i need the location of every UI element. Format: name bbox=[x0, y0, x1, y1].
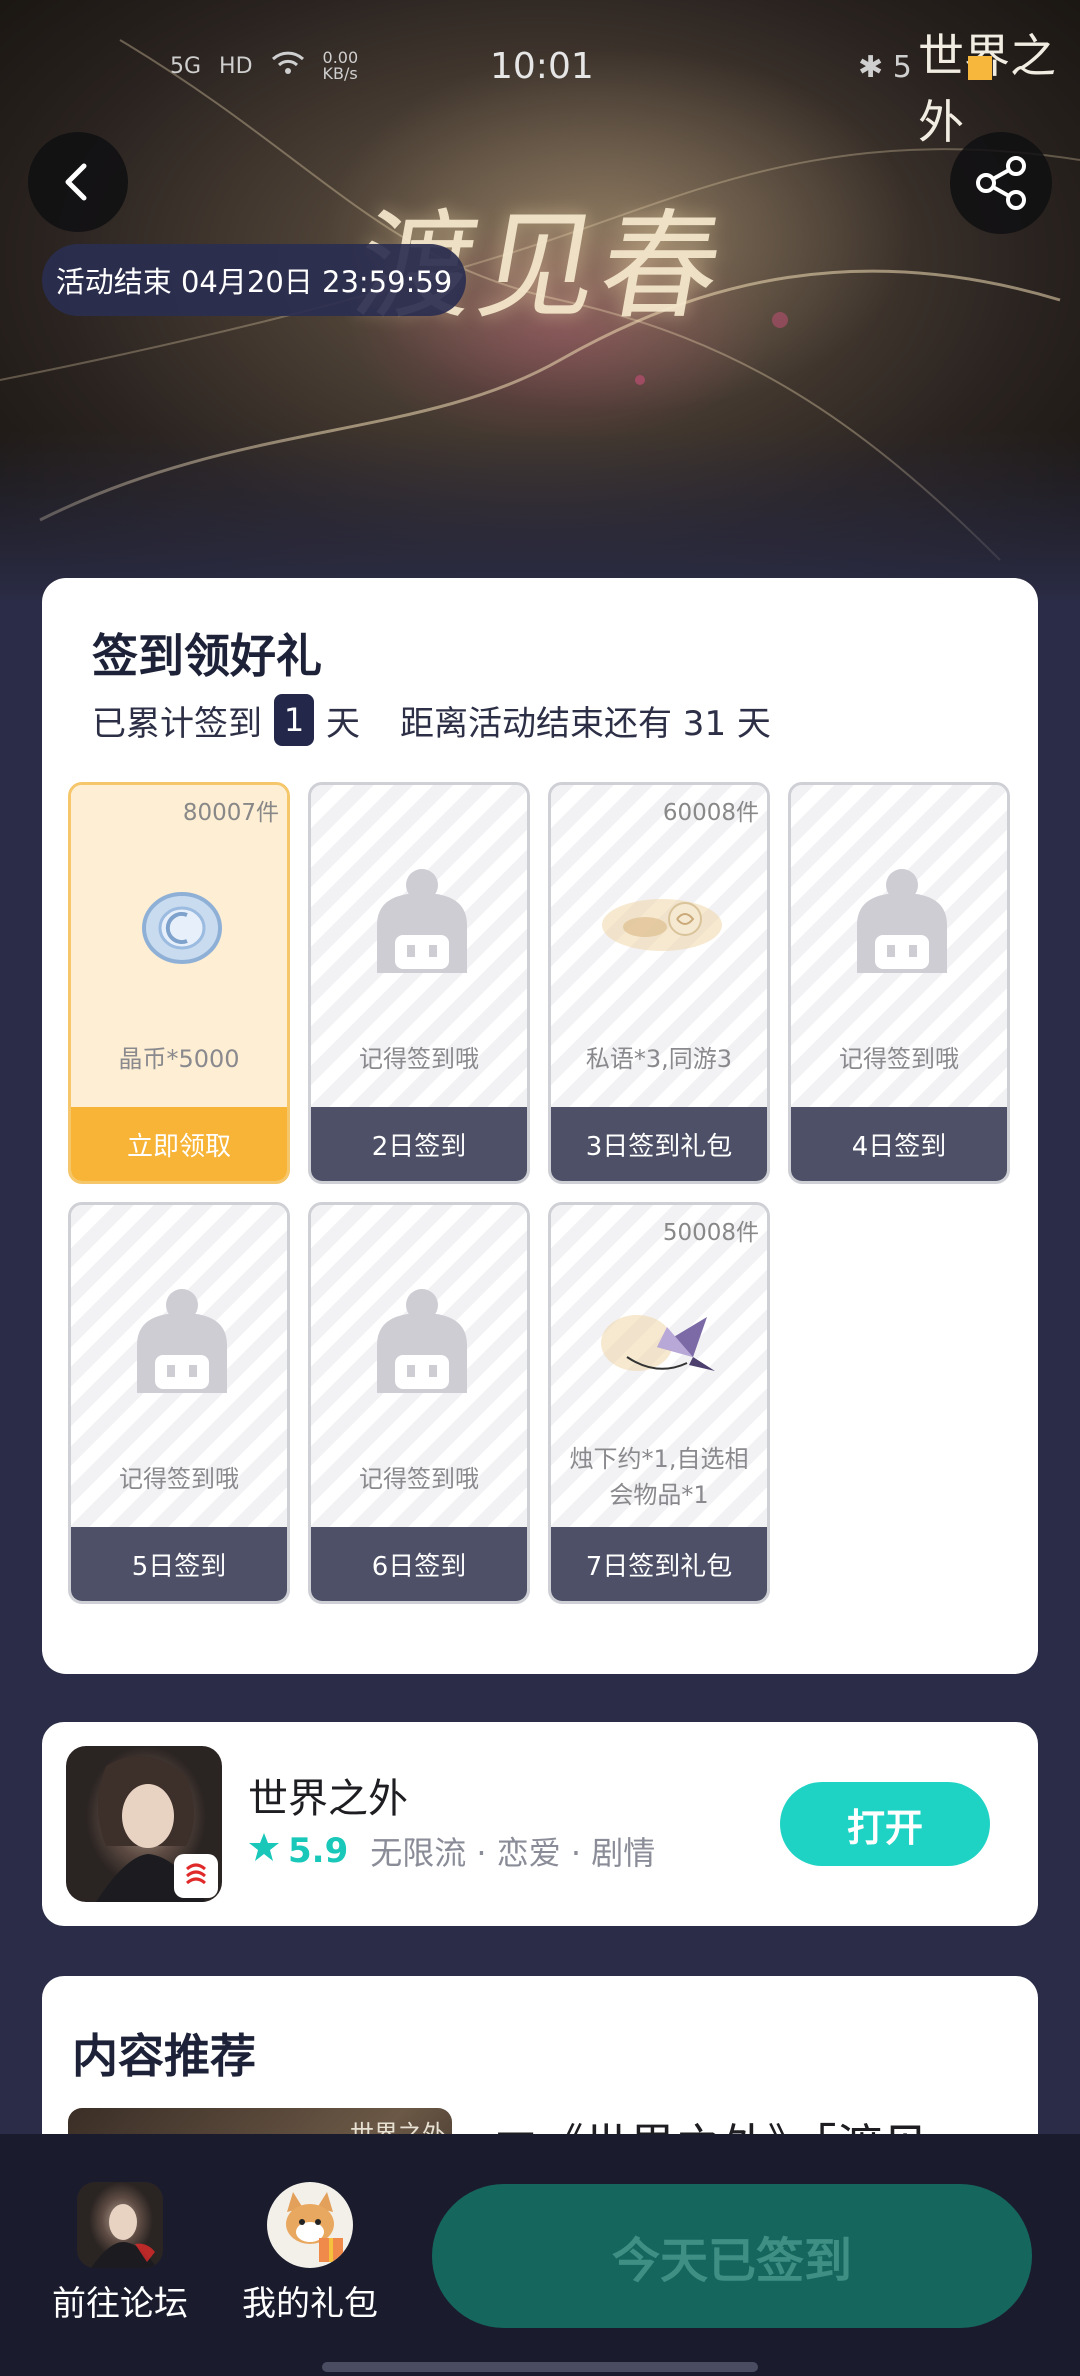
checkin-progress: 已累计签到 1 天 距离活动结束还有 31 天 bbox=[92, 694, 771, 746]
tile-footer: 5日签到 bbox=[71, 1527, 287, 1601]
home-indicator[interactable] bbox=[322, 2362, 758, 2372]
battery-level: 5 bbox=[892, 50, 912, 85]
checkin-tile-day7[interactable]: 50008件 烛下约*1,自选相会物品*1 7日签到礼包 bbox=[548, 1202, 770, 1604]
paper-crane-gift-icon bbox=[601, 1315, 715, 1371]
mascot-placeholder-icon bbox=[377, 1289, 467, 1393]
tile-label: 记得签到哦 bbox=[359, 1465, 479, 1493]
tile-label: 晶币*5000 bbox=[118, 1045, 240, 1073]
my-gifts-link[interactable]: 我的礼包 bbox=[230, 2182, 390, 2325]
checkin-tile-day1[interactable]: 80007件 晶币*5000 立即领取 bbox=[68, 782, 290, 1184]
gift-mascot-icon bbox=[267, 2182, 353, 2268]
tile-label: 记得签到哦 bbox=[119, 1465, 239, 1493]
wifi-icon bbox=[271, 50, 305, 82]
game-logo: 世界之外 bbox=[918, 20, 1068, 149]
forum-icon bbox=[77, 2182, 163, 2268]
checkin-tile-day2[interactable]: 记得签到哦 2日签到 bbox=[308, 782, 530, 1184]
tile-count: 80007件 bbox=[182, 800, 279, 826]
tile-footer: 6日签到 bbox=[311, 1527, 527, 1601]
forum-link[interactable]: 前往论坛 bbox=[40, 2182, 200, 2325]
logo-accent-square bbox=[968, 56, 992, 80]
tile-label: 记得签到哦 bbox=[359, 1045, 479, 1073]
star-icon bbox=[248, 1831, 280, 1871]
checkin-card: 签到领好礼 已累计签到 1 天 距离活动结束还有 31 天 80007件 晶币*… bbox=[42, 578, 1038, 1674]
share-icon bbox=[976, 156, 1026, 210]
app-icon bbox=[66, 1746, 222, 1902]
tile-count: 60008件 bbox=[662, 800, 759, 826]
status-time: 10:01 bbox=[490, 46, 594, 87]
tile-count: 50008件 bbox=[662, 1220, 759, 1246]
remaining-days: 距离活动结束还有 31 天 bbox=[400, 703, 771, 744]
mascot-placeholder-icon bbox=[857, 869, 947, 973]
signal-icon: 5G bbox=[170, 53, 202, 79]
back-arrow-icon bbox=[65, 163, 87, 201]
app-rating: 5.9 bbox=[288, 1831, 349, 1871]
checkin-tile-day4[interactable]: 记得签到哦 4日签到 bbox=[788, 782, 1010, 1184]
signed-today-button[interactable]: 今天已签到 bbox=[432, 2184, 1032, 2328]
mascot-placeholder-icon bbox=[137, 1289, 227, 1393]
forum-label: 前往论坛 bbox=[52, 2284, 188, 2324]
tile-footer: 7日签到礼包 bbox=[551, 1527, 767, 1601]
activity-end-badge: 活动结束 04月20日 23:59:59 bbox=[42, 244, 466, 316]
back-button[interactable] bbox=[28, 132, 128, 232]
tile-label: 记得签到哦 bbox=[839, 1045, 959, 1073]
my-gifts-label: 我的礼包 bbox=[242, 2284, 378, 2324]
tile-label: 私语*3,同游3 bbox=[585, 1045, 733, 1073]
app-card[interactable]: 世界之外 5.9 无限流 · 恋爱 · 剧情 打开 bbox=[42, 1722, 1038, 1926]
bluetooth-battery: ✱ 5 bbox=[858, 50, 912, 85]
tile-footer: 2日签到 bbox=[311, 1107, 527, 1181]
share-button[interactable] bbox=[950, 132, 1052, 234]
checkin-title: 签到领好礼 bbox=[92, 629, 322, 683]
checkin-tile-day5[interactable]: 记得签到哦 5日签到 bbox=[68, 1202, 290, 1604]
app-tags: 无限流 · 恋爱 · 剧情 bbox=[370, 1834, 656, 1872]
rose-gift-icon bbox=[602, 899, 722, 951]
tile-footer: 3日签到礼包 bbox=[551, 1107, 767, 1181]
network-speed: 0.00 KB/s bbox=[322, 48, 359, 83]
open-app-button[interactable]: 打开 bbox=[780, 1782, 990, 1866]
tile-footer: 4日签到 bbox=[791, 1107, 1007, 1181]
bottom-action-bar: 前往论坛 我的礼包 今天已签到 bbox=[0, 2134, 1080, 2376]
accumulated-days-badge: 1 bbox=[274, 694, 314, 746]
tile-label: 烛下约*1,自选相会物品*1 bbox=[569, 1445, 749, 1509]
hd-icon: HD bbox=[219, 53, 253, 79]
netease-badge-icon bbox=[174, 1854, 218, 1898]
app-meta: 5.9 无限流 · 恋爱 · 剧情 bbox=[248, 1828, 655, 1874]
checkin-tile-day3[interactable]: 60008件 私语*3,同游3 3日签到礼包 bbox=[548, 782, 770, 1184]
app-name: 世界之外 bbox=[248, 1776, 408, 1822]
accumulated-prefix: 已累计签到 bbox=[92, 703, 262, 744]
bluetooth-icon: ✱ bbox=[858, 50, 884, 85]
checkin-tile-day6[interactable]: 记得签到哦 6日签到 bbox=[308, 1202, 530, 1604]
accumulated-suffix: 天 bbox=[326, 703, 360, 744]
crystal-coin-icon bbox=[142, 892, 222, 964]
status-indicators: 5G HD 0.00 KB/s bbox=[170, 50, 373, 82]
recommend-title: 内容推荐 bbox=[72, 2029, 256, 2083]
mascot-placeholder-icon bbox=[377, 869, 467, 973]
claim-now-button[interactable]: 立即领取 bbox=[71, 1107, 287, 1181]
